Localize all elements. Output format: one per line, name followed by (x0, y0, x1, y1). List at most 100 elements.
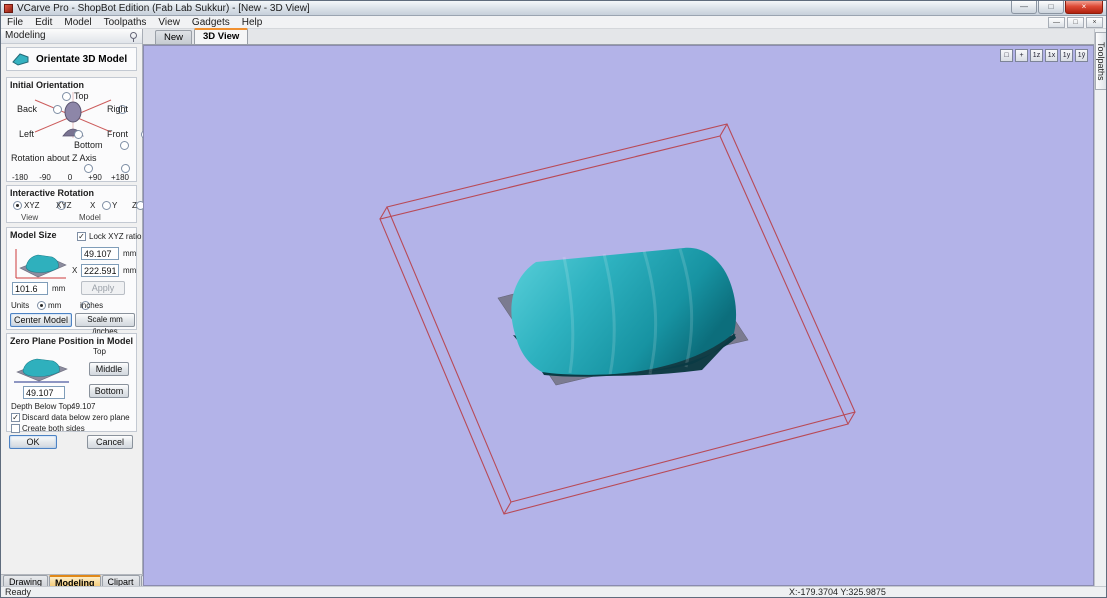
zero-top-label: Top (93, 347, 106, 356)
plan-view-icon[interactable]: □ (1000, 49, 1013, 62)
orient-back-label: Back (17, 104, 38, 114)
menu-help[interactable]: Help (236, 16, 269, 29)
orientate-tool-icon (12, 53, 29, 66)
minimize-button[interactable]: — (1011, 1, 1037, 14)
menu-gadgets[interactable]: Gadgets (186, 16, 236, 29)
orient-front-label: Front (107, 129, 129, 139)
app-icon (4, 3, 13, 13)
menu-view[interactable]: View (152, 16, 186, 29)
group-title: Interactive Rotation (10, 188, 95, 198)
close-button[interactable]: × (1065, 1, 1103, 14)
view-along-y-neg-icon[interactable]: 1ȳ (1075, 49, 1088, 62)
app-window: VCarve Pro - ShopBot Edition (Fab Lab Su… (0, 0, 1107, 598)
view-along-y-icon[interactable]: 1y (1060, 49, 1073, 62)
rotz-m90-label: -90 (39, 173, 51, 182)
document-tab-bar: New 3D View (143, 28, 1094, 45)
view-scope-label: View (21, 213, 39, 222)
3d-scene (379, 123, 856, 515)
discard-below-checkbox[interactable]: ✓ (11, 413, 20, 422)
view-along-x-icon[interactable]: 1x (1045, 49, 1058, 62)
interactive-rotation-group: Interactive Rotation XYZ XYZ X Y Z View … (6, 185, 177, 223)
menu-edit[interactable]: Edit (29, 16, 58, 29)
modeling-panel: Modeling Orientate 3D Model Initial Orie… (1, 29, 240, 574)
group-title: Initial Orientation (10, 80, 85, 90)
zero-plane-thumbnail (14, 358, 69, 383)
rot-xyz-model-label: XYZ (56, 201, 72, 210)
view-down-z-icon[interactable]: 1z (1030, 49, 1043, 62)
orient-back-radio[interactable] (52, 105, 62, 114)
child-restore-button[interactable]: □ (1067, 17, 1084, 28)
zero-plane-group: Zero Plane Position in Model Top Middle … (6, 333, 137, 433)
menu-model[interactable]: Model (58, 16, 97, 29)
model-y-field[interactable] (12, 282, 48, 295)
orientation-model-preview[interactable] (33, 92, 113, 138)
title-bar: VCarve Pro - ShopBot Edition (Fab Lab Su… (1, 1, 1106, 16)
create-both-sides-checkbox[interactable] (11, 424, 20, 433)
discard-below-label: Discard data below zero plane (22, 413, 130, 422)
orient-bottom-radio[interactable] (119, 141, 129, 150)
tab-new[interactable]: New (155, 30, 193, 44)
menu-file[interactable]: File (1, 16, 29, 29)
rot-xyz-view-label: XYZ (24, 201, 40, 210)
units-mm-radio[interactable] (37, 301, 46, 310)
3d-viewport[interactable]: □ + 1z 1x 1y 1ȳ (143, 45, 1094, 586)
rotz-m180-label: -180 (11, 173, 28, 182)
cancel-button[interactable]: Cancel (87, 435, 133, 449)
orient-top-radio[interactable] (62, 92, 71, 101)
rot-z-label: Z (132, 201, 137, 210)
model-x-field[interactable] (81, 264, 119, 277)
child-minimize-button[interactable]: — (1048, 17, 1065, 28)
group-title: Zero Plane Position in Model (10, 336, 134, 346)
model-size-thumbnail (15, 249, 67, 279)
axes-icon[interactable]: + (1015, 49, 1028, 62)
tab-3d-view[interactable]: 3D View (194, 28, 249, 44)
view-toolbar: □ + 1z 1x 1y 1ȳ (1000, 49, 1088, 62)
lock-xyz-label: Lock XYZ ratio (89, 232, 142, 241)
scale-units-button[interactable]: Scale mm /inches (75, 313, 135, 336)
rot-x-label: X (90, 201, 96, 210)
height-unit-label: mm (123, 249, 137, 258)
toolpaths-strip: Toolpaths (1094, 29, 1106, 586)
zero-bottom-button[interactable]: Bottom (89, 384, 129, 398)
status-ready: Ready (5, 587, 32, 597)
depth-below-top-value: 49.107 (71, 402, 96, 411)
group-title: Model Size (10, 230, 57, 240)
window-title: VCarve Pro - ShopBot Edition (Fab Lab Su… (17, 2, 310, 14)
units-inches-label: inches (80, 301, 104, 310)
orient-bottom-label: Bottom (74, 140, 103, 150)
rot-xyz-view-radio[interactable] (13, 201, 22, 210)
units-mm-label: mm (48, 301, 62, 310)
pin-icon[interactable] (130, 32, 137, 42)
x-unit-label: mm (123, 266, 137, 275)
cursor-coordinates: X:-179.3704 Y:325.9875 (789, 587, 886, 597)
rot-x-radio[interactable] (102, 201, 112, 210)
zero-plane-field[interactable] (23, 386, 65, 399)
ok-button[interactable]: OK (9, 435, 57, 449)
rotz-0-label: 0 (67, 173, 73, 182)
status-bar: Ready X:-179.3704 Y:325.9875 (1, 586, 1106, 597)
tool-title: Orientate 3D Model (36, 53, 128, 65)
lock-xyz-checkbox[interactable]: ✓ (77, 232, 86, 241)
menu-toolpaths[interactable]: Toolpaths (98, 16, 153, 29)
maximize-button[interactable]: □ (1038, 1, 1064, 14)
x-axis-label: X (72, 266, 78, 275)
model-size-group: Model Size ✓ Lock XYZ ratio mm X mm mm A… (6, 227, 141, 336)
panel-header: Modeling (1, 29, 142, 44)
rotz-m180-radio[interactable] (84, 164, 94, 173)
orient-right-label: Right (107, 104, 129, 114)
create-both-sides-label: Create both sides (22, 424, 85, 433)
orient-top-label: Top (74, 91, 89, 101)
y-unit-label: mm (52, 284, 66, 293)
zero-middle-button[interactable]: Middle (89, 362, 129, 376)
orient-left-radio[interactable] (73, 130, 83, 139)
model-height-field[interactable] (81, 247, 119, 260)
toolpaths-tab[interactable]: Toolpaths (1095, 32, 1106, 90)
apply-button[interactable]: Apply (81, 281, 125, 295)
rot-y-label: Y (112, 201, 118, 210)
center-model-button[interactable]: Center Model (10, 313, 72, 327)
initial-orientation-group: Initial Orientation Top Back Right Left … (6, 77, 240, 182)
rotz-m90-radio[interactable] (120, 164, 130, 173)
depth-below-top-label: Depth Below Top: (11, 402, 74, 411)
child-close-button[interactable]: × (1086, 17, 1103, 28)
menu-bar: File Edit Model Toolpaths View Gadgets H… (1, 16, 1106, 29)
